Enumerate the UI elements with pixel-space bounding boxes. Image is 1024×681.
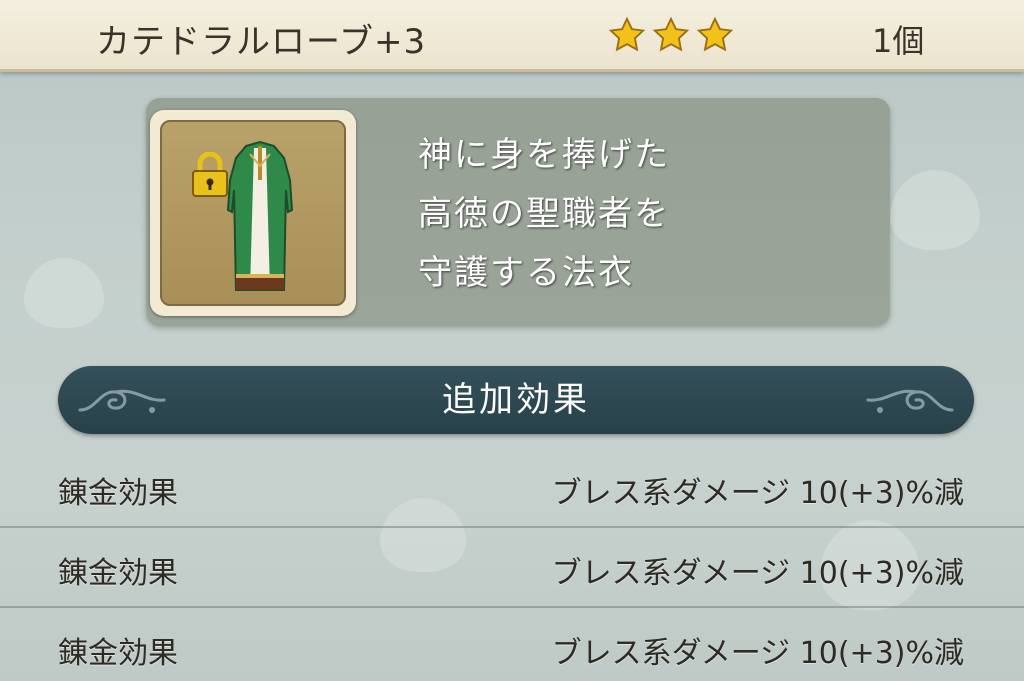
description-line: 高徳の聖職者を xyxy=(418,194,670,234)
flourish-ornament-icon xyxy=(866,389,954,413)
lock-icon xyxy=(192,152,228,197)
effect-value: ブレス系ダメージ 10(+3)%減 xyxy=(551,476,964,511)
background-pattern xyxy=(24,258,104,328)
item-count: 1個 xyxy=(872,22,925,60)
item-description: 神に身を捧げた 高徳の聖職者を 守護する法衣 xyxy=(418,126,858,303)
effect-row: 錬金効果 ブレス系ダメージ 10(+3)%減 xyxy=(0,528,1024,608)
effect-name: 錬金効果 xyxy=(58,476,178,511)
robe-icon xyxy=(226,140,294,291)
effect-row: 錬金効果 ブレス系ダメージ 10(+3)%減 xyxy=(0,608,1024,681)
item-name: カテドラルローブ+3 xyxy=(96,22,427,62)
star-icon xyxy=(652,16,690,52)
effect-value: ブレス系ダメージ 10(+3)%減 xyxy=(551,636,964,671)
description-line: 守護する法衣 xyxy=(418,253,634,293)
effect-value: ブレス系ダメージ 10(+3)%減 xyxy=(551,556,964,591)
star-rating xyxy=(608,16,734,54)
star-icon xyxy=(608,16,646,52)
section-title: 追加効果 xyxy=(442,380,590,420)
item-header: カテドラルローブ+3 1個 xyxy=(0,0,1024,72)
section-banner: 追加効果 xyxy=(58,366,974,434)
star-icon xyxy=(696,16,734,52)
effect-list: 錬金効果 ブレス系ダメージ 10(+3)%減 錬金効果 ブレス系ダメージ 10(… xyxy=(0,448,1024,681)
item-icon-background xyxy=(160,120,346,306)
background-pattern xyxy=(890,170,980,250)
effect-name: 錬金効果 xyxy=(58,636,178,671)
description-line: 神に身を捧げた xyxy=(418,135,670,175)
effect-row: 錬金効果 ブレス系ダメージ 10(+3)%減 xyxy=(0,448,1024,528)
item-icon-frame[interactable] xyxy=(150,110,356,316)
effect-name: 錬金効果 xyxy=(58,556,178,591)
